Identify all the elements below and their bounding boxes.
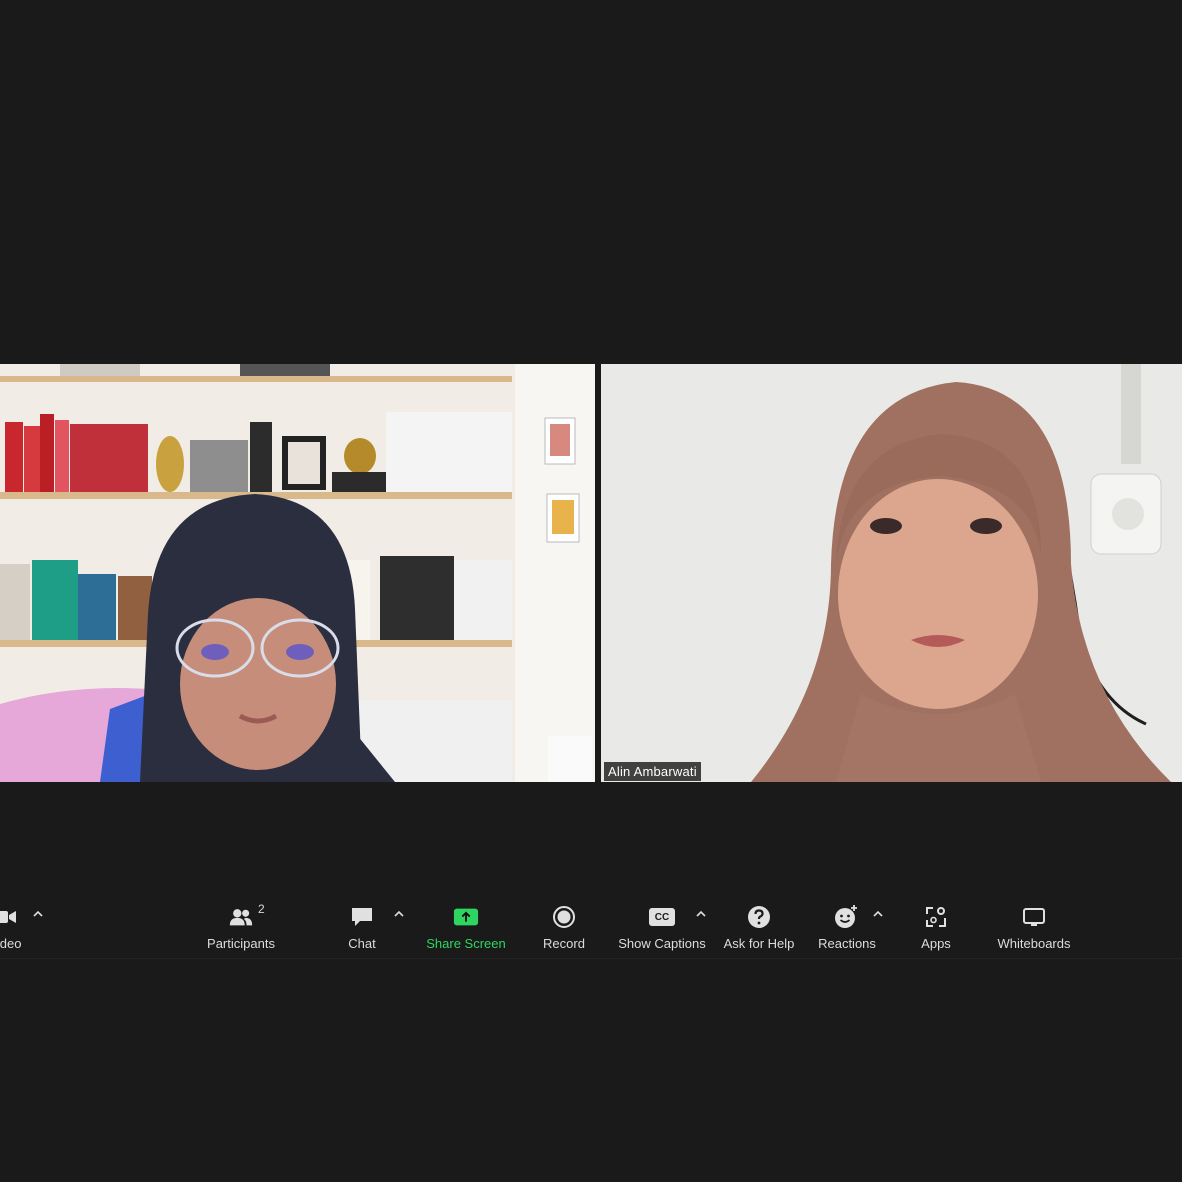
- chat-options-caret[interactable]: [392, 906, 406, 920]
- reactions-label: Reactions: [818, 936, 876, 951]
- participant-video-tile-2[interactable]: Alin Ambarwati: [601, 364, 1182, 782]
- share-screen-label: Share Screen: [426, 936, 506, 951]
- chat-icon: [349, 904, 375, 930]
- participants-label: Participants: [207, 936, 275, 951]
- reactions-options-caret[interactable]: [871, 906, 885, 920]
- participants-button[interactable]: Participants: [204, 904, 278, 956]
- participant-video-frame: [601, 364, 1182, 782]
- video-label: Video: [0, 936, 22, 951]
- captions-options-caret[interactable]: [694, 906, 708, 920]
- participant-video-tile-1[interactable]: [0, 364, 595, 782]
- chat-label: Chat: [348, 936, 376, 951]
- record-button[interactable]: Record: [540, 904, 588, 956]
- share-screen-icon: [453, 904, 479, 930]
- participant-video-frame: [0, 364, 595, 782]
- chat-button[interactable]: Chat: [340, 904, 384, 956]
- record-icon: [551, 904, 577, 930]
- caret-up-icon: [394, 910, 404, 917]
- video-icon: [0, 904, 18, 930]
- share-screen-button[interactable]: Share Screen: [425, 904, 507, 956]
- meeting-controls-toolbar: Video Participants 2 Chat Share Screen R…: [0, 896, 1182, 959]
- help-icon: [746, 904, 772, 930]
- reactions-button[interactable]: Reactions: [815, 904, 879, 956]
- caret-up-icon: [873, 910, 883, 917]
- video-options-caret[interactable]: [31, 906, 45, 920]
- apps-label: Apps: [921, 936, 951, 951]
- whiteboards-button[interactable]: Whiteboards: [992, 904, 1076, 956]
- reactions-icon: [834, 904, 860, 930]
- participants-icon: [228, 904, 254, 930]
- apps-button[interactable]: Apps: [912, 904, 960, 956]
- captions-icon: CC: [649, 904, 675, 930]
- whiteboards-icon: [1021, 904, 1047, 930]
- show-captions-label: Show Captions: [618, 936, 706, 951]
- whiteboards-label: Whiteboards: [997, 936, 1071, 951]
- caret-up-icon: [696, 910, 706, 917]
- video-gallery: Alin Ambarwati: [0, 364, 1182, 782]
- participant-name-tag: Alin Ambarwati: [604, 762, 701, 781]
- ask-for-help-label: Ask for Help: [723, 936, 795, 951]
- caret-up-icon: [33, 910, 43, 917]
- record-label: Record: [543, 936, 585, 951]
- participants-count-badge: 2: [258, 902, 265, 916]
- ask-for-help-button[interactable]: Ask for Help: [720, 904, 798, 956]
- apps-icon: [923, 904, 949, 930]
